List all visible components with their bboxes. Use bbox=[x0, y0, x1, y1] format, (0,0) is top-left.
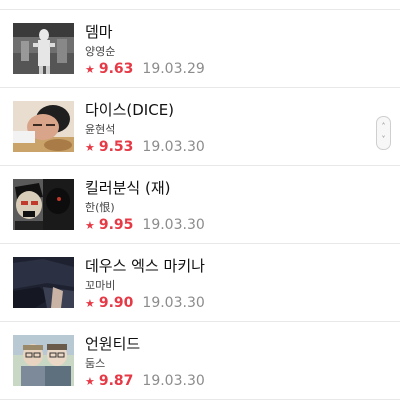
star-icon: ★ bbox=[85, 63, 95, 76]
list-item-demma[interactable]: 뎀마 양영순 ★ 9.63 19.03.29 bbox=[0, 10, 400, 88]
webtoon-rating: 9.87 bbox=[98, 373, 134, 389]
unwanted-thumbnail bbox=[13, 335, 74, 386]
webtoon-author: 윤현석 bbox=[85, 123, 116, 136]
webtoon-update-date: 19.03.29 bbox=[142, 61, 205, 77]
deus-ex-machina-thumbnail bbox=[13, 257, 74, 308]
dice-thumbnail bbox=[13, 101, 74, 152]
list-item-deus-ex-machina[interactable]: 데우스 엑스 마키나 꼬마비 ★ 9.90 19.03.30 bbox=[0, 244, 400, 322]
webtoon-rating: 9.90 bbox=[98, 295, 134, 311]
list-item-killer-bunsik[interactable]: 킬러분식 (재) 한(恨) ★ 9.95 19.03.30 bbox=[0, 166, 400, 244]
chevron-down-icon: ˅ bbox=[381, 135, 386, 144]
webtoon-author: 둠스 bbox=[85, 357, 106, 370]
webtoon-update-date: 19.03.30 bbox=[142, 295, 205, 311]
webtoon-list: 뎀마 양영순 ★ 9.63 19.03.29 다이스(DICE) 윤현석 ★ 9… bbox=[0, 10, 400, 400]
webtoon-update-date: 19.03.30 bbox=[142, 139, 205, 155]
killer-bunsik-thumbnail bbox=[13, 179, 74, 230]
star-icon: ★ bbox=[85, 297, 95, 310]
webtoon-title: 킬러분식 (재) bbox=[85, 179, 171, 197]
scroll-handle-icon[interactable]: ˄ ˅ bbox=[376, 116, 391, 150]
webtoon-update-date: 19.03.30 bbox=[142, 373, 205, 389]
webtoon-title: 다이스(DICE) bbox=[85, 101, 175, 119]
webtoon-meta: ★ 9.53 19.03.30 bbox=[85, 139, 205, 156]
webtoon-author: 양영순 bbox=[85, 45, 116, 58]
webtoon-list-screen: 뎀마 양영순 ★ 9.63 19.03.29 다이스(DICE) 윤현석 ★ 9… bbox=[0, 0, 400, 400]
demma-thumbnail bbox=[13, 23, 74, 74]
webtoon-rating: 9.63 bbox=[98, 61, 134, 77]
webtoon-author: 한(恨) bbox=[85, 201, 115, 214]
star-icon: ★ bbox=[85, 219, 95, 232]
webtoon-title: 데우스 엑스 마키나 bbox=[85, 257, 205, 275]
star-icon: ★ bbox=[85, 141, 95, 154]
webtoon-author: 꼬마비 bbox=[85, 279, 116, 292]
webtoon-title: 언원티드 bbox=[85, 335, 141, 353]
webtoon-update-date: 19.03.30 bbox=[142, 217, 205, 233]
webtoon-title: 뎀마 bbox=[85, 23, 113, 41]
webtoon-rating: 9.95 bbox=[98, 217, 134, 233]
webtoon-meta: ★ 9.90 19.03.30 bbox=[85, 295, 205, 312]
star-icon: ★ bbox=[85, 375, 95, 388]
list-item-unwanted[interactable]: 언원티드 둠스 ★ 9.87 19.03.30 bbox=[0, 322, 400, 400]
list-item-dice[interactable]: 다이스(DICE) 윤현석 ★ 9.53 19.03.30 bbox=[0, 88, 400, 166]
webtoon-meta: ★ 9.95 19.03.30 bbox=[85, 217, 205, 234]
webtoon-meta: ★ 9.63 19.03.29 bbox=[85, 61, 205, 78]
webtoon-meta: ★ 9.87 19.03.30 bbox=[85, 373, 205, 390]
chevron-up-icon: ˄ bbox=[381, 122, 386, 131]
webtoon-rating: 9.53 bbox=[98, 139, 134, 155]
